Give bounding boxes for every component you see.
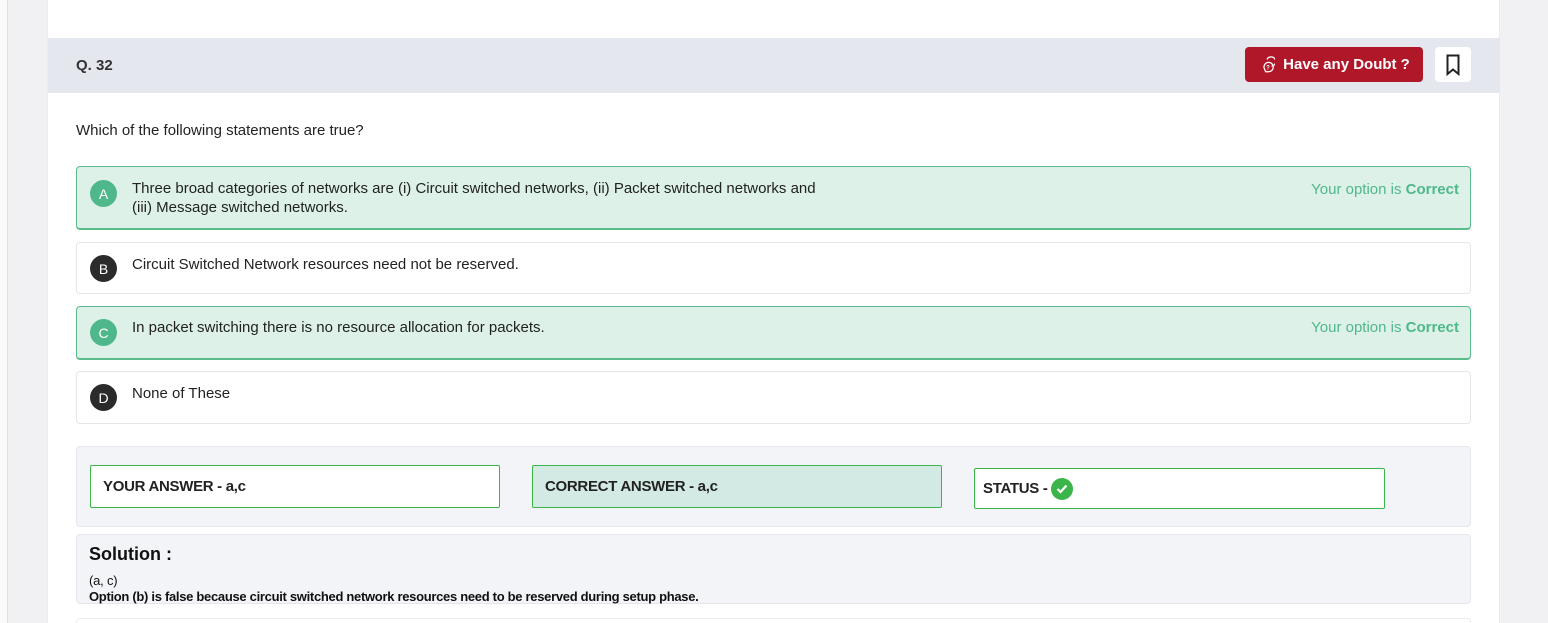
option-text: None of These: [132, 385, 231, 402]
bookmark-button[interactable]: [1435, 47, 1471, 82]
solution-answer: (a, c): [89, 573, 118, 588]
status-box: STATUS -: [974, 468, 1385, 509]
option-status: Your option is Correct: [1311, 181, 1459, 198]
check-circle-icon: [1050, 477, 1073, 500]
question-text: Which of the following statements are tr…: [76, 122, 364, 139]
option-status-word: Correct: [1405, 181, 1459, 198]
option-letter-badge: C: [90, 319, 117, 346]
option-c[interactable]: C In packet switching there is no resour…: [76, 306, 1471, 360]
option-letter-badge: A: [90, 180, 117, 207]
answers-summary: YOUR ANSWER - a,c CORRECT ANSWER - a,c S…: [76, 446, 1471, 527]
status-label: STATUS -: [983, 480, 1048, 497]
correct-answer-box: CORRECT ANSWER - a,c: [532, 465, 942, 508]
question-panel: Q. 32 ? Have any Doubt ? Which of the fo…: [47, 0, 1500, 623]
option-d[interactable]: D None of These: [76, 371, 1471, 424]
option-b[interactable]: B Circuit Switched Network resources nee…: [76, 242, 1471, 294]
question-number: Q. 32: [76, 57, 113, 74]
option-text-line: Three broad categories of networks are (…: [132, 180, 816, 197]
solution-title: Solution :: [89, 544, 172, 564]
option-text: In packet switching there is no resource…: [132, 319, 545, 336]
svg-text:?: ?: [1266, 66, 1270, 72]
option-letter-badge: D: [90, 384, 117, 411]
solution-panel: Solution : (a, c) Option (b) is false be…: [76, 534, 1471, 604]
option-text-line: (iii) Message switched networks.: [132, 199, 348, 216]
option-status: Your option is Correct: [1311, 319, 1459, 336]
option-status-prefix: Your option is: [1311, 181, 1406, 198]
have-doubt-label: Have any Doubt ?: [1283, 56, 1410, 73]
option-letter-badge: B: [90, 255, 117, 282]
option-text: Circuit Switched Network resources need …: [132, 256, 519, 273]
option-a[interactable]: A Three broad categories of networks are…: [76, 166, 1471, 230]
bookmark-icon: [1446, 54, 1460, 76]
option-status-word: Correct: [1405, 319, 1459, 336]
chat-question-icon: ?: [1263, 56, 1276, 73]
next-card-edge: [76, 618, 1471, 623]
option-status-prefix: Your option is: [1311, 319, 1406, 336]
question-header: Q. 32 ? Have any Doubt ?: [48, 38, 1500, 93]
left-edge-strip: [0, 0, 8, 623]
your-answer-box: YOUR ANSWER - a,c: [90, 465, 500, 508]
have-doubt-button[interactable]: ? Have any Doubt ?: [1245, 47, 1423, 82]
option-text: Three broad categories of networks are (…: [132, 179, 872, 217]
solution-explanation: Option (b) is false because circuit swit…: [89, 589, 699, 604]
